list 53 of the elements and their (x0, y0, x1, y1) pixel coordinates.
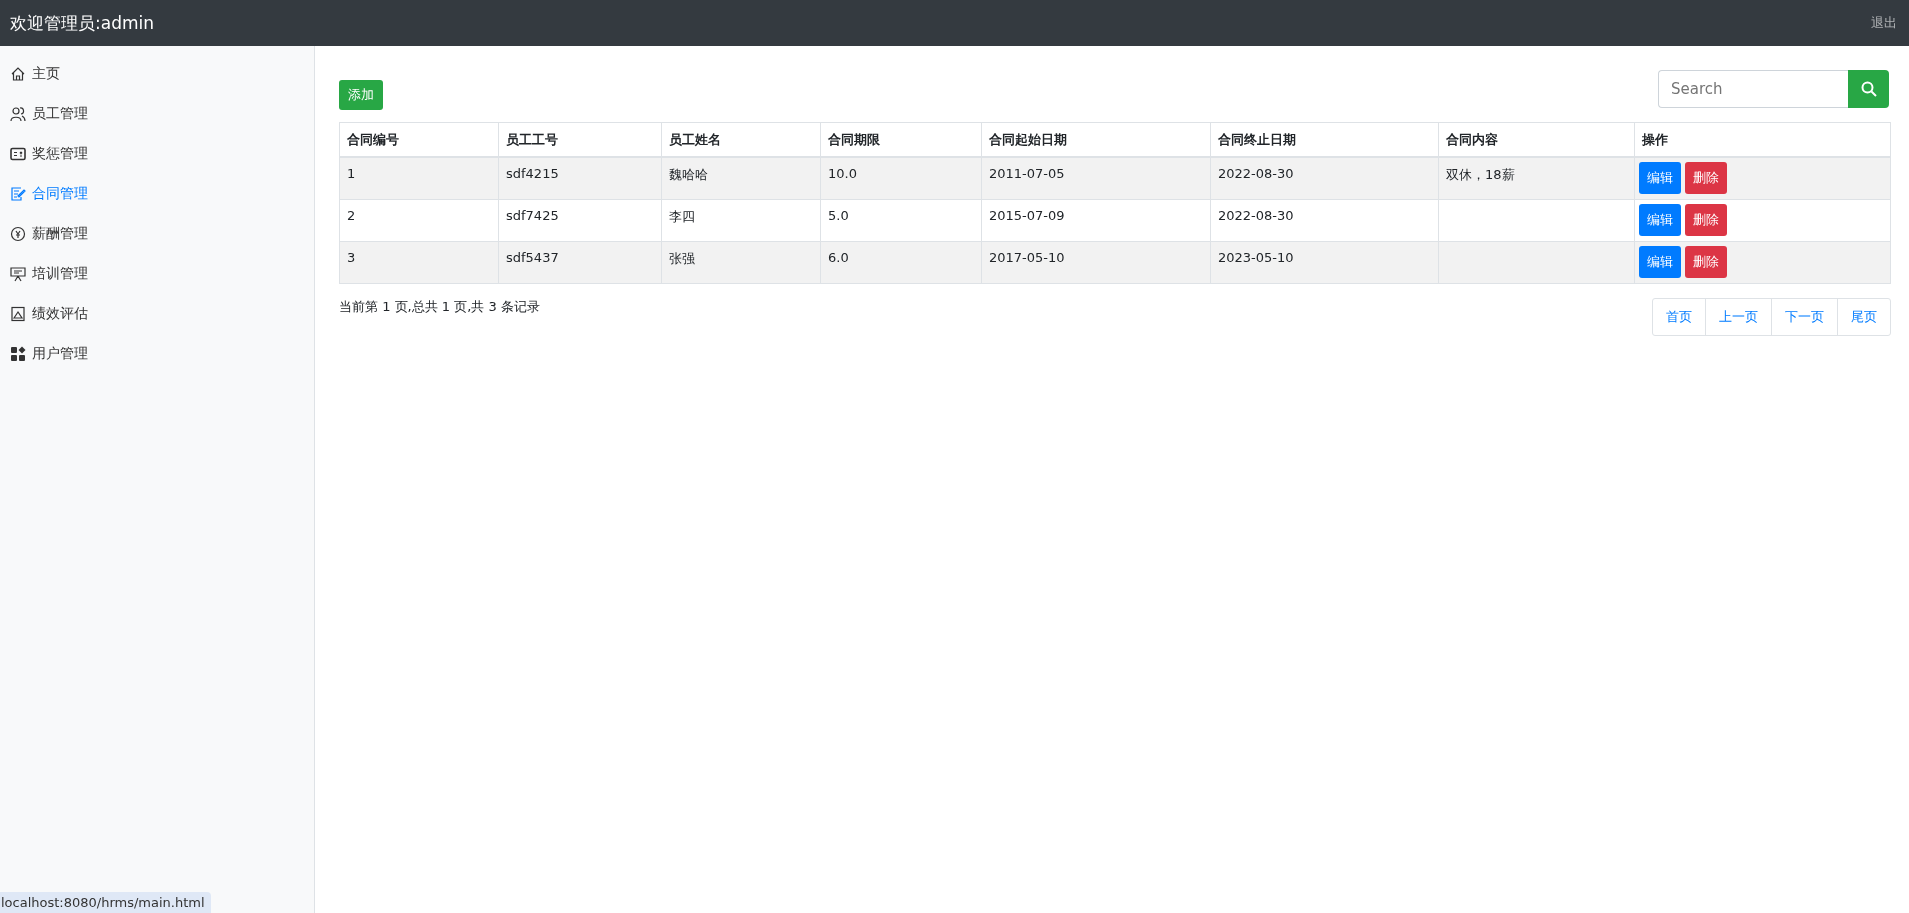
table-cell: 双休，18薪 (1438, 157, 1635, 200)
search-field[interactable]: Search (1658, 70, 1848, 108)
edit-document-icon (10, 186, 26, 202)
people-icon (10, 106, 26, 122)
table-cell: 李四 (661, 199, 821, 242)
table-cell: 2015-07-09 (981, 199, 1211, 242)
page-link[interactable]: 首页 (1653, 299, 1705, 335)
header-title: 欢迎管理员:admin (10, 11, 154, 35)
table-cell: sdf7425 (498, 199, 662, 242)
sidebar-item[interactable]: 薪酬管理 (0, 214, 98, 254)
search-icon (1860, 81, 1877, 97)
table-cell: 2022-08-30 (1210, 199, 1439, 242)
table-cell: 张强 (661, 241, 821, 284)
sidebar-item[interactable]: 员工管理 (0, 94, 98, 134)
image-frame-icon (10, 306, 26, 322)
table-cell: 2023-05-10 (1210, 241, 1439, 284)
table-cell: 2 (339, 199, 499, 242)
table-cell: 2022-08-30 (1210, 157, 1439, 200)
table-cell: 2017-05-10 (981, 241, 1211, 284)
presentation-icon (10, 266, 26, 282)
edit-button[interactable]: 编辑 (1639, 204, 1681, 236)
delete-button[interactable]: 删除 (1685, 246, 1727, 278)
table-cell: 3 (339, 241, 499, 284)
coin-icon (10, 226, 26, 242)
sidebar-item[interactable]: 主页 (0, 54, 70, 94)
page-link[interactable]: 上一页 (1705, 299, 1771, 335)
logout-link[interactable]: 退出 (1871, 14, 1897, 32)
table-cell: sdf4215 (498, 157, 662, 200)
sidebar-item[interactable]: 培训管理 (0, 254, 98, 294)
table-cell: 10.0 (820, 157, 982, 200)
table-cell: 6.0 (820, 241, 982, 284)
table-cell: 2011-07-05 (981, 157, 1211, 200)
table-cell: 1 (339, 157, 499, 200)
table-cell: 魏哈哈 (661, 157, 821, 200)
edit-button[interactable]: 编辑 (1639, 246, 1681, 278)
delete-button[interactable]: 删除 (1685, 162, 1727, 194)
edit-button[interactable]: 编辑 (1639, 162, 1681, 194)
home-icon (10, 66, 26, 82)
page-link[interactable]: 下一页 (1771, 299, 1837, 335)
card-icon (10, 146, 26, 162)
table-cell: sdf5437 (498, 241, 662, 284)
page-summary: 当前第 1 页,总共 1 页,共 3 条记录 (339, 298, 540, 316)
sidebar-item[interactable]: 奖惩管理 (0, 134, 98, 174)
table-cell: 5.0 (820, 199, 982, 242)
status-url: localhost:8080/hrms/main.html (0, 892, 211, 913)
sidebar-item[interactable]: 用户管理 (0, 334, 98, 374)
delete-button[interactable]: 删除 (1685, 204, 1727, 236)
sidebar-item[interactable]: 绩效评估 (0, 294, 98, 334)
add-button[interactable]: 添加 (339, 80, 383, 110)
search-button[interactable] (1848, 70, 1889, 108)
sidebar-item[interactable]: 合同管理 (0, 174, 98, 214)
page-link[interactable]: 尾页 (1837, 299, 1890, 335)
grid-icon (10, 346, 26, 362)
